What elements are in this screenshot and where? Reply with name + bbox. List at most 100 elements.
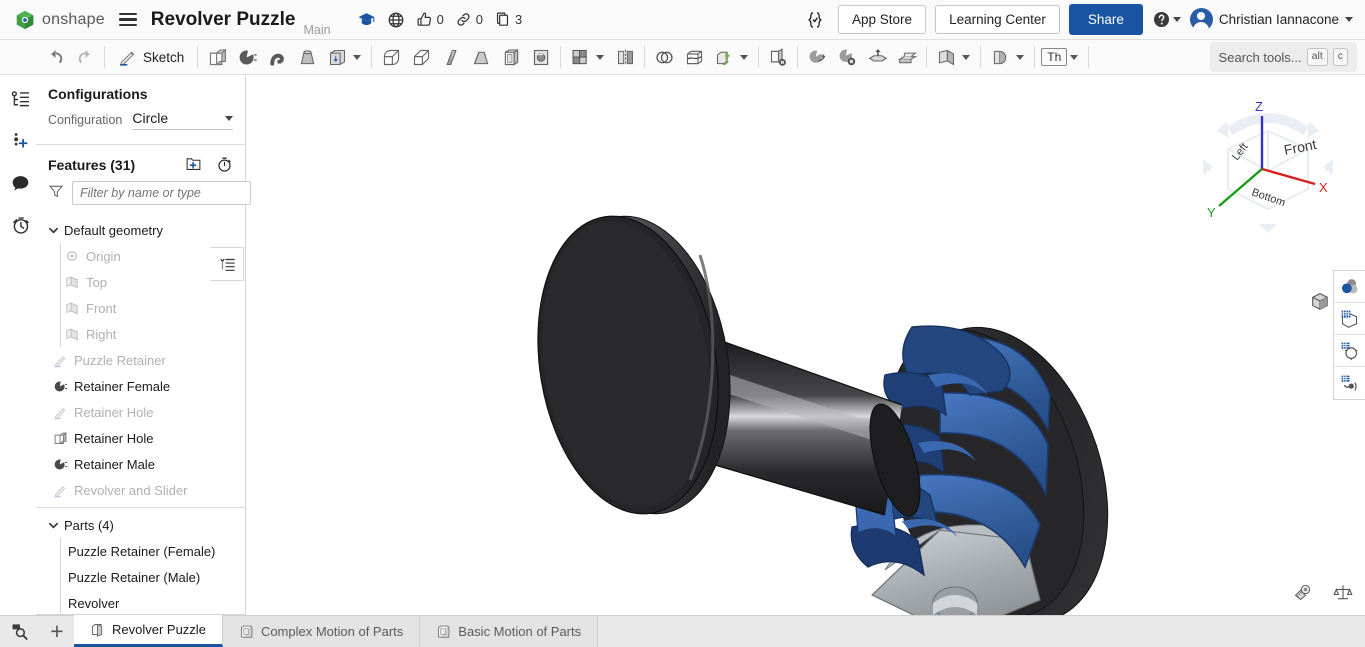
redo-button[interactable]	[70, 42, 100, 73]
filter-input[interactable]	[72, 181, 251, 205]
import-derived-icon[interactable]	[862, 42, 892, 73]
share-button[interactable]: Share	[1068, 4, 1143, 35]
header-icon-group: 0 0 3	[353, 7, 527, 32]
tree-label: Default geometry	[64, 222, 163, 238]
draft-icon[interactable]	[466, 42, 496, 73]
delete-face-icon[interactable]	[763, 42, 793, 73]
history-icon[interactable]	[4, 209, 36, 241]
copies-count: 3	[515, 12, 523, 27]
tree-row-retainer-hole-sketch[interactable]: Retainer Hole	[36, 399, 245, 425]
tree-row-retainer-male[interactable]: Retainer Male	[36, 451, 245, 477]
boolean-icon[interactable]	[649, 42, 679, 73]
measure-tape-icon[interactable]	[1293, 582, 1313, 607]
loft-icon[interactable]	[292, 42, 322, 73]
add-feature-icon[interactable]	[4, 125, 36, 157]
app-store-button[interactable]: App Store	[838, 5, 927, 34]
user-menu[interactable]: Christian Iannacone	[1189, 8, 1353, 31]
learning-cap-icon[interactable]	[353, 7, 380, 32]
render-icon[interactable]	[1334, 335, 1365, 367]
revolve-icon[interactable]	[232, 42, 262, 73]
chamfer-icon[interactable]	[406, 42, 436, 73]
tab-complex-motion-of-parts[interactable]: Complex Motion of Parts	[222, 616, 421, 647]
tree-label: Retainer Male	[74, 456, 155, 472]
toolbar-divider	[560, 46, 562, 68]
assembly-icon	[438, 625, 450, 638]
add-tab-icon[interactable]: +	[40, 615, 74, 647]
globe-icon[interactable]	[383, 8, 409, 32]
sheet-metal-icon[interactable]	[985, 42, 1015, 73]
fillet-icon[interactable]	[376, 42, 406, 73]
collapse-chevron-icon[interactable]	[46, 225, 60, 236]
feature-tree-icon[interactable]	[4, 83, 36, 115]
tree-row-right-plane[interactable]: Right	[36, 321, 245, 347]
shell-icon[interactable]	[496, 42, 526, 73]
tree-row-default-geometry[interactable]: Default geometry	[36, 217, 245, 243]
sweep-icon[interactable]	[262, 42, 292, 73]
toolbar-divider	[980, 46, 982, 68]
tab-search-icon[interactable]	[0, 615, 40, 647]
sketch-button[interactable]: Sketch	[109, 42, 193, 73]
move-face-icon[interactable]	[802, 42, 832, 73]
search-tools-input[interactable]: Search tools... alt c	[1209, 42, 1357, 72]
view-cube[interactable]: Front Left Bottom Z X Y	[1193, 89, 1343, 239]
new-folder-icon[interactable]	[185, 156, 202, 173]
plane-icon[interactable]	[931, 42, 961, 73]
copy-icon[interactable]: 3	[490, 8, 526, 31]
feature-timer-icon[interactable]	[216, 156, 233, 173]
chevron-down-icon[interactable]	[353, 54, 362, 60]
appearance-icon[interactable]	[1334, 271, 1365, 303]
tree-row-part[interactable]: Puzzle Retainer (Male)	[36, 564, 245, 590]
tree-row-retainer-female[interactable]: Retainer Female	[36, 373, 245, 399]
mirror-icon[interactable]	[610, 42, 640, 73]
part-studio-icon	[92, 623, 103, 637]
tree-label: Retainer Hole	[74, 430, 154, 446]
tree-row-part[interactable]: Puzzle Retainer (Female)	[36, 538, 245, 564]
document-title[interactable]: Revolver Puzzle	[151, 9, 296, 31]
document-branch[interactable]: Main	[303, 23, 330, 39]
feature-script-icon[interactable]	[801, 7, 829, 33]
undo-button[interactable]	[40, 42, 70, 73]
thumbs-up-icon[interactable]: 0	[412, 8, 448, 31]
thickness-tool-button[interactable]: Th	[1039, 42, 1069, 73]
transform-icon[interactable]	[709, 42, 739, 73]
hamburger-menu-icon[interactable]	[118, 12, 137, 27]
pattern-icon[interactable]	[565, 42, 595, 73]
learning-center-button[interactable]: Learning Center	[935, 5, 1060, 34]
rollback-bar-icon[interactable]	[210, 247, 244, 281]
tab-basic-motion-of-parts[interactable]: Basic Motion of Parts	[420, 616, 599, 647]
chevron-down-icon[interactable]	[1070, 54, 1079, 60]
tab-revolver-puzzle[interactable]: Revolver Puzzle	[74, 615, 223, 647]
split-icon[interactable]	[679, 42, 709, 73]
viewport-bottom-tools	[1293, 582, 1353, 607]
sketch-icon	[50, 405, 70, 420]
tree-row-revolver-and-slider[interactable]: Revolver and Slider	[36, 477, 245, 503]
mass-properties-scale-icon[interactable]	[1333, 582, 1353, 607]
configuration-select[interactable]: Circle	[132, 110, 233, 130]
extrude-icon[interactable]	[202, 42, 232, 73]
hole-icon[interactable]	[526, 42, 556, 73]
delete-part-icon[interactable]	[832, 42, 862, 73]
toolbar-divider	[1088, 46, 1090, 68]
link-icon[interactable]: 0	[451, 8, 487, 31]
rib-icon[interactable]	[436, 42, 466, 73]
display-grid-icon[interactable]	[1334, 303, 1365, 335]
onshape-logo-icon[interactable]	[14, 9, 36, 31]
tree-divider	[36, 507, 245, 508]
tree-row-parts-folder[interactable]: Parts (4)	[36, 512, 245, 538]
tree-row-front-plane[interactable]: Front	[36, 295, 245, 321]
tree-row-part[interactable]: Revolver	[36, 590, 245, 614]
chevron-down-icon[interactable]	[1016, 54, 1025, 60]
chevron-down-icon[interactable]	[596, 54, 605, 60]
tree-row-retainer-hole-extrude[interactable]: Retainer Hole	[36, 425, 245, 451]
tree-label: Revolver	[68, 595, 120, 611]
thicken-icon[interactable]	[322, 42, 352, 73]
simulate-icon[interactable]	[1334, 367, 1365, 399]
collapse-chevron-icon[interactable]	[46, 520, 60, 531]
comments-icon[interactable]	[4, 167, 36, 199]
enclose-icon[interactable]	[892, 42, 922, 73]
chevron-down-icon[interactable]	[740, 54, 749, 60]
tree-row-puzzle-retainer-sketch[interactable]: Puzzle Retainer	[36, 347, 245, 373]
chevron-down-icon[interactable]	[962, 54, 971, 60]
filter-funnel-icon[interactable]	[48, 183, 64, 204]
help-menu[interactable]	[1152, 10, 1181, 29]
